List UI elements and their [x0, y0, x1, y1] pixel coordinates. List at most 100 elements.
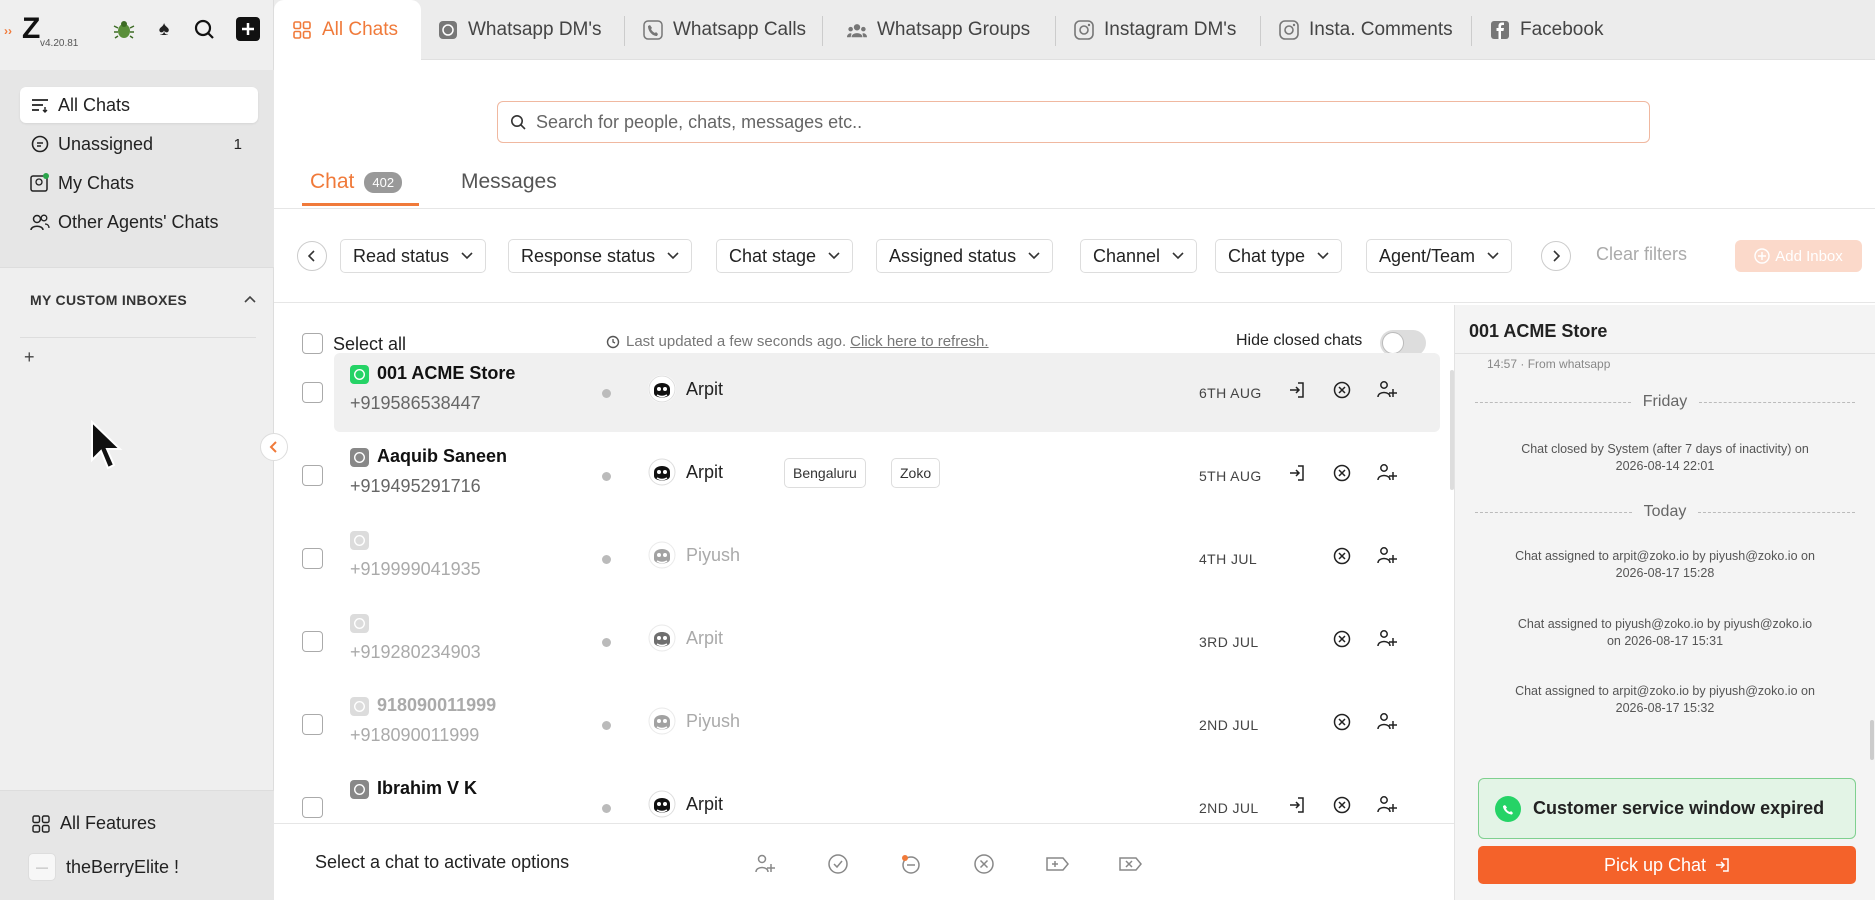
assign-user-icon[interactable]: [1374, 626, 1400, 652]
collapse-sidebar-button[interactable]: [260, 433, 288, 461]
close-chat-icon[interactable]: [1329, 709, 1355, 735]
whatsapp-icon: [350, 448, 369, 467]
all-features-button[interactable]: All Features: [32, 813, 156, 834]
expand-icon[interactable]: ››: [4, 24, 12, 38]
sidebar-item-unassigned[interactable]: Unassigned 1: [20, 126, 258, 162]
tab-whatsapp-dms[interactable]: Whatsapp DM's: [438, 0, 602, 60]
close-chat-icon[interactable]: [1329, 792, 1355, 818]
filter-label: Response status: [521, 245, 656, 266]
grid-icon: [32, 814, 50, 833]
system-message-text: Chat assigned to arpit@zoko.io by piyush…: [1515, 549, 1815, 580]
sidebar: ›› Z v4.20.81 ♠ All Chats Unassigned 1 M…: [0, 0, 274, 900]
add-inbox-button[interactable]: Add Inbox: [1735, 240, 1862, 272]
tab-label: Whatsapp Calls: [673, 19, 807, 40]
chat-row[interactable]: Aaquib Saneen +919495291716 Arpit Bengaluru…: [302, 436, 1440, 515]
row-checkbox[interactable]: [302, 548, 323, 569]
chat-row[interactable]: 918090011999 +918090011999 Piyush 2ND JUL: [302, 685, 1440, 764]
search-icon[interactable]: [191, 16, 217, 42]
close-chat-icon[interactable]: [1329, 460, 1355, 486]
assign-user-icon[interactable]: [1374, 377, 1400, 403]
contact-phone: +919586538447: [350, 393, 481, 413]
search-bar[interactable]: [497, 101, 1650, 143]
filter-response-status[interactable]: Response status: [508, 239, 693, 273]
filter-label: Chat type: [1228, 245, 1306, 266]
chevron-down-icon: [1172, 249, 1184, 263]
tab-messages[interactable]: Messages: [461, 170, 557, 194]
filters-scroll-right-button[interactable]: [1541, 241, 1571, 271]
chat-tag[interactable]: Bengaluru: [784, 458, 866, 488]
tab-messages-label: Messages: [461, 170, 557, 193]
filter-chat-type[interactable]: Chat type: [1215, 239, 1343, 273]
filter-assigned-status[interactable]: Assigned status: [876, 239, 1054, 273]
last-updated: Last updated a few seconds ago. Click he…: [606, 333, 989, 350]
sidebar-item-label: Unassigned: [58, 133, 154, 154]
add-custom-inbox-button[interactable]: +: [24, 347, 35, 368]
tab-instagram-dms[interactable]: Instagram DM's: [1074, 0, 1236, 60]
filter-list-icon: [29, 94, 51, 116]
spade-icon[interactable]: ♠: [151, 16, 177, 42]
active-tab-indicator: [302, 203, 419, 206]
remove-label-icon[interactable]: [1117, 851, 1143, 877]
app-logo[interactable]: ›› Z v4.20.81: [4, 14, 78, 50]
day-label: Friday: [1642, 393, 1688, 410]
mark-read-icon[interactable]: [825, 851, 851, 877]
mark-unread-icon[interactable]: [898, 851, 924, 877]
status-dot: [602, 389, 611, 398]
chat-row[interactable]: +919999041935 Piyush 4TH JUL: [302, 519, 1440, 598]
row-checkbox[interactable]: [302, 714, 323, 735]
sidebar-item-my-chats[interactable]: My Chats: [20, 165, 258, 201]
enter-chat-icon[interactable]: [1284, 377, 1310, 403]
tab-label: Whatsapp Groups: [877, 19, 1031, 40]
tab-label: Insta. Comments: [1309, 19, 1453, 40]
close-chat-icon[interactable]: [1329, 626, 1355, 652]
enter-chat-icon[interactable]: [1284, 460, 1310, 486]
bug-icon[interactable]: [111, 16, 137, 42]
chevron-down-icon: [461, 249, 473, 263]
chat-tag[interactable]: Zoko: [891, 458, 941, 488]
tab-all-chats[interactable]: All Chats: [274, 0, 421, 60]
chat-row[interactable]: +919280234903 Arpit 3RD JUL: [302, 602, 1440, 681]
assign-user-icon[interactable]: [752, 851, 778, 877]
preview-meta: 14:57 · From whatsapp: [1487, 357, 1611, 371]
chat-row[interactable]: 001 ACME Store +919586538447 Arpit 6TH AUG: [302, 353, 1440, 432]
day-separator: Today: [1475, 503, 1856, 521]
filter-agent-team[interactable]: Agent/Team: [1366, 239, 1513, 273]
assign-user-icon[interactable]: [1374, 543, 1400, 569]
filter-label: Assigned status: [889, 245, 1017, 266]
sidebar-item-other-agents[interactable]: Other Agents' Chats: [20, 204, 258, 240]
row-checkbox[interactable]: [302, 382, 323, 403]
row-checkbox[interactable]: [302, 797, 323, 818]
filter-channel[interactable]: Channel: [1080, 239, 1198, 273]
page-scrollbar[interactable]: [1870, 720, 1874, 760]
tab-insta-comments[interactable]: Insta. Comments: [1279, 0, 1453, 60]
refresh-link[interactable]: Click here to refresh.: [850, 333, 988, 350]
whatsapp-icon: [1495, 795, 1521, 822]
search-input[interactable]: [536, 111, 1536, 133]
clear-filters-button[interactable]: Clear filters: [1596, 244, 1687, 265]
row-checkbox[interactable]: [302, 465, 323, 486]
row-checkbox[interactable]: [302, 631, 323, 652]
group-icon: [847, 20, 867, 40]
chevron-up-icon[interactable]: [244, 292, 256, 306]
assign-user-icon[interactable]: [1374, 792, 1400, 818]
close-chat-icon[interactable]: [1329, 543, 1355, 569]
select-all-checkbox[interactable]: [302, 333, 323, 354]
tab-chat[interactable]: Chat 402: [310, 170, 403, 194]
tab-whatsapp-calls[interactable]: Whatsapp Calls: [643, 0, 806, 60]
filter-chat-stage[interactable]: Chat stage: [716, 239, 854, 273]
filters-scroll-left-button[interactable]: [297, 241, 327, 271]
assign-user-icon[interactable]: [1374, 709, 1400, 735]
close-chat-icon[interactable]: [1329, 377, 1355, 403]
filter-read-status[interactable]: Read status: [340, 239, 487, 273]
new-chat-icon[interactable]: [235, 16, 261, 42]
agent-avatar: [648, 707, 676, 735]
enter-chat-icon[interactable]: [1284, 792, 1310, 818]
close-chat-icon[interactable]: [971, 851, 997, 877]
tab-whatsapp-groups[interactable]: Whatsapp Groups: [847, 0, 1030, 60]
add-label-icon[interactable]: [1044, 851, 1070, 877]
pick-up-chat-button[interactable]: Pick up Chat: [1478, 846, 1856, 884]
assign-user-icon[interactable]: [1374, 460, 1400, 486]
user-profile[interactable]: — theBerryElite !: [28, 853, 179, 881]
tab-facebook[interactable]: Facebook: [1490, 0, 1603, 60]
sidebar-item-all-chats[interactable]: All Chats: [20, 87, 258, 123]
